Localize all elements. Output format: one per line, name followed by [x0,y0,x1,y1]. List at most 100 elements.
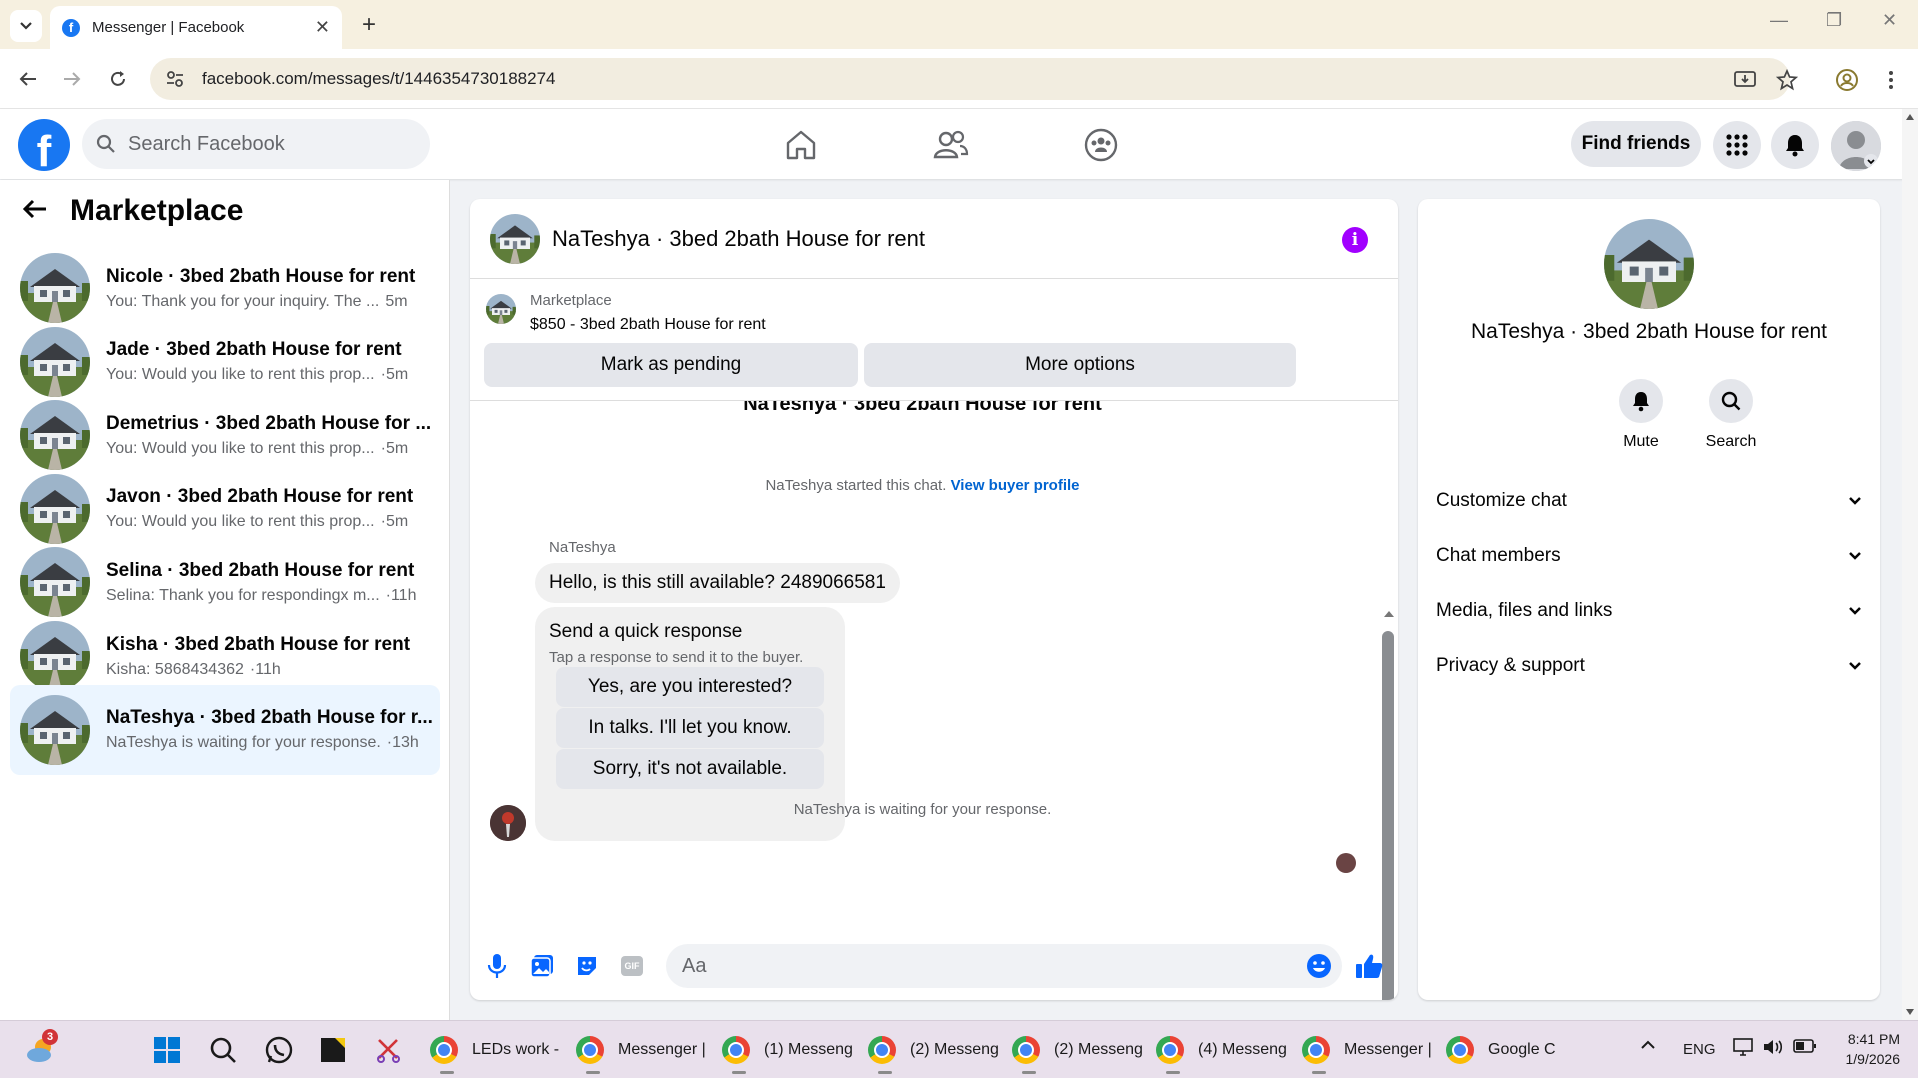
facebook-logo-icon[interactable]: f [18,119,70,171]
taskbar-chrome-window[interactable]: LEDs work - [430,1029,559,1074]
browser-tab-active[interactable]: f Messenger | Facebook ✕ [50,6,342,49]
quick-response-title: Send a quick response [549,621,743,642]
sticker-icon[interactable] [572,951,602,981]
conversation-preview: Kisha: 5868434362 [106,660,244,678]
system-clock[interactable]: 8:41 PM 1/9/2026 [1846,1029,1901,1069]
battery-icon[interactable] [1793,1038,1817,1058]
home-icon[interactable] [781,125,821,165]
thumbs-up-like-icon[interactable] [1354,951,1384,981]
site-settings-icon[interactable] [164,68,186,90]
taskbar-chrome-window[interactable]: (2) Messeng [1012,1029,1143,1074]
conversation-name: Demetrius · 3bed 2bath House for ... [106,412,432,434]
whatsapp-icon[interactable] [262,1033,296,1067]
conversation-avatar [20,547,90,618]
microphone-icon[interactable] [482,951,512,981]
windows-start-icon[interactable] [150,1033,184,1067]
new-tab-button[interactable]: + [354,10,384,40]
taskbar-chrome-window[interactable]: (1) Messeng [722,1029,853,1074]
back-icon[interactable] [14,65,42,93]
gif-icon[interactable]: GIF [617,951,647,981]
taskbar-chrome-window[interactable]: (2) Messeng [868,1029,999,1074]
chat-members-row[interactable]: Chat members [1436,536,1862,576]
chat-avatar[interactable] [490,213,540,264]
conversation-preview: You: Would you like to rent this prop... [106,366,375,384]
listing-banner: Marketplace $850 - 3bed 2bath House for … [470,279,1398,401]
facebook-search-input[interactable]: Search Facebook [82,119,430,169]
chrome-icon [1156,1036,1184,1064]
media-files-links-row[interactable]: Media, files and links [1436,591,1862,631]
conversation-time: 5m [385,292,408,310]
search-action[interactable]: Search [1691,379,1771,451]
listing-thumbnail[interactable] [486,294,516,324]
snipping-tool-icon[interactable] [372,1033,406,1067]
listing-price[interactable]: $850 - 3bed 2bath House for rent [530,316,766,334]
conversation-preview: You: Thank you for your inquiry. The ... [106,292,380,310]
conversation-name: Selina · 3bed 2bath House for rent [106,559,415,581]
taskbar-chrome-window[interactable]: Google C [1446,1029,1556,1071]
profile-icon[interactable] [1834,67,1860,93]
conversation-item[interactable]: NaTeshya · 3bed 2bath House for r... NaTe… [10,684,440,775]
weather-widget-icon[interactable]: 3 [24,1029,58,1067]
chevron-down-icon [1849,497,1861,505]
chrome-icon [1446,1036,1474,1064]
message-bubble[interactable]: Hello, is this still available? 24890665… [535,563,900,603]
quick-reply-not-available[interactable]: Sorry, it's not available. [556,749,824,789]
conversation-name: Kisha · 3bed 2bath House for rent [106,633,411,655]
quick-reply-in-talks[interactable]: In talks. I'll let you know. [556,708,824,748]
more-options-button[interactable]: More options [864,343,1296,387]
search-in-chat-icon[interactable] [1709,379,1753,423]
forward-icon[interactable] [58,65,86,93]
taskbar-chrome-window[interactable]: Messenger | [576,1029,706,1074]
mute-bell-icon[interactable] [1619,379,1663,423]
photo-icon[interactable] [527,951,557,981]
conversation-preview-row: You: Would you like to rent this prop...… [106,440,440,458]
volume-icon[interactable] [1762,1038,1784,1060]
mark-as-pending-button[interactable]: Mark as pending [484,343,858,387]
message-input[interactable]: Aa [666,944,1342,988]
groups-icon[interactable] [1081,125,1121,165]
customize-chat-row[interactable]: Customize chat [1436,481,1862,521]
friends-icon[interactable] [931,125,971,165]
menu-grid-icon[interactable] [1713,121,1761,169]
taskbar-chrome-window[interactable]: (4) Messeng [1156,1029,1287,1074]
conversation-text: Nicole · 3bed 2bath House for rent You: T… [106,266,440,311]
chevron-down-icon [20,22,32,30]
view-buyer-profile-link[interactable]: View buyer profile [951,477,1080,494]
install-app-icon[interactable] [1732,67,1758,93]
info-icon[interactable]: i [1342,227,1368,253]
emoji-icon[interactable] [1306,953,1332,979]
bookmark-star-icon[interactable] [1774,67,1800,93]
taskbar-search-icon[interactable] [206,1033,240,1067]
sticky-notes-icon[interactable] [316,1033,350,1067]
taskbar-window-label: (4) Messeng [1198,1041,1287,1058]
restore-icon[interactable]: ❐ [1826,10,1842,31]
conversation-avatar [20,473,90,544]
notifications-bell-icon[interactable] [1771,121,1819,169]
language-indicator[interactable]: ENG [1683,1041,1716,1058]
page-scrollbar[interactable] [1902,109,1918,1020]
scroll-up-icon[interactable] [1383,609,1395,619]
back-arrow-icon[interactable] [22,194,48,228]
address-bar[interactable]: facebook.com/messages/t/1446354730188274 [150,58,1790,100]
minimize-icon[interactable]: — [1770,10,1788,31]
account-avatar[interactable] [1831,121,1881,171]
close-window-icon[interactable]: ✕ [1882,10,1897,31]
tab-search-button[interactable] [10,10,42,42]
reload-icon[interactable] [104,65,132,93]
conversation-text: Demetrius · 3bed 2bath House for ... You:… [106,413,440,458]
chat-title[interactable]: NaTeshya · 3bed 2bath House for rent [552,226,925,252]
conversation-preview: You: Would you like to rent this prop... [106,439,375,457]
mute-action[interactable]: Mute [1601,379,1681,451]
taskbar-chrome-window[interactable]: Messenger | [1302,1029,1432,1074]
chrome-icon [868,1036,896,1064]
browser-menu-icon[interactable] [1878,67,1904,93]
page-scroll-up-icon[interactable] [1905,113,1915,121]
close-tab-icon[interactable]: ✕ [315,17,330,38]
privacy-support-row[interactable]: Privacy & support [1436,646,1862,686]
find-friends-button[interactable]: Find friends [1571,121,1701,167]
network-icon[interactable] [1733,1038,1753,1060]
quick-reply-interested[interactable]: Yes, are you interested? [556,667,824,707]
info-avatar[interactable] [1604,219,1694,309]
page-scroll-down-icon[interactable] [1905,1008,1915,1016]
tray-overflow-icon[interactable] [1640,1037,1656,1054]
